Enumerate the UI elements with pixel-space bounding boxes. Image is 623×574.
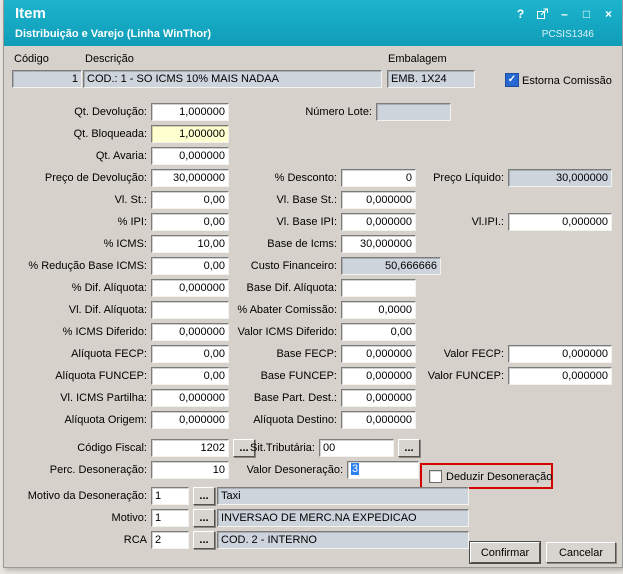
vl-st-label: Vl. St.: bbox=[114, 194, 147, 206]
deduzir-desoneracao-label: Deduzir Desoneração bbox=[446, 471, 553, 483]
motivo-label: Motivo: bbox=[111, 512, 147, 524]
valor-icms-diferido-input[interactable] bbox=[341, 323, 416, 341]
motivo-desoneracao-lookup-button[interactable]: ... bbox=[193, 487, 215, 505]
vl-dif-aliquota-label: Vl. Dif. Alíquota: bbox=[68, 304, 147, 316]
aliquota-funcep-label: Alíquota FUNCEP: bbox=[55, 370, 147, 382]
custo-financeiro-field bbox=[341, 257, 441, 275]
confirmar-button[interactable]: Confirmar bbox=[469, 541, 541, 564]
window-controls: ? – □ × bbox=[513, 6, 616, 21]
qt-devolucao-label: Qt. Devolução: bbox=[74, 106, 147, 118]
motivo-desc-field bbox=[217, 509, 469, 527]
custo-financeiro-label: Custo Financeiro: bbox=[250, 260, 337, 272]
help-icon[interactable]: ? bbox=[513, 6, 528, 21]
aliquota-destino-input[interactable] bbox=[341, 411, 416, 429]
preco-liquido-field bbox=[508, 169, 612, 187]
titlebar: Item Distribuição e Varejo (Linha WinTho… bbox=[4, 0, 622, 46]
dif-aliquota-label: % Dif. Alíquota: bbox=[71, 282, 147, 294]
estorna-comissao-label: Estorna Comissão bbox=[522, 75, 612, 87]
sit-tributaria-input[interactable] bbox=[319, 439, 394, 457]
valor-icms-diferido-label: Valor ICMS Diferido: bbox=[237, 326, 337, 338]
motivo-input[interactable] bbox=[151, 509, 189, 527]
valor-funcep-input[interactable] bbox=[508, 367, 612, 385]
close-icon[interactable]: × bbox=[601, 6, 616, 21]
preco-liquido-label: Preço Líquido: bbox=[433, 172, 504, 184]
qt-bloqueada-input[interactable] bbox=[151, 125, 229, 143]
icms-diferido-label: % ICMS Diferido: bbox=[62, 326, 147, 338]
motivo-desoneracao-label: Motivo da Desoneração: bbox=[27, 490, 147, 502]
vl-ipi-label: Vl.IPI.: bbox=[471, 216, 504, 228]
valor-fecp-input[interactable] bbox=[508, 345, 612, 363]
motivo-desoneracao-input[interactable] bbox=[151, 487, 189, 505]
motivo-desoneracao-desc-field bbox=[217, 487, 469, 505]
qt-bloqueada-label: Qt. Bloqueada: bbox=[73, 128, 147, 140]
aliquota-origem-label: Alíquota Origem: bbox=[64, 414, 147, 426]
base-part-dest-label: Base Part. Dest.: bbox=[253, 392, 337, 404]
base-dif-aliquota-label: Base Dif. Alíquota: bbox=[246, 282, 338, 294]
base-icms-input[interactable] bbox=[341, 235, 416, 253]
qt-avaria-input[interactable] bbox=[151, 147, 229, 165]
codigo-field bbox=[12, 70, 82, 88]
codigo-label: Código bbox=[14, 53, 49, 65]
numero-lote-label: Número Lote: bbox=[305, 106, 372, 118]
aliquota-destino-label: Alíquota Destino: bbox=[253, 414, 337, 426]
vl-base-ipi-label: Vl. Base IPI: bbox=[276, 216, 337, 228]
embalagem-field bbox=[387, 70, 475, 88]
embalagem-label: Embalagem bbox=[388, 53, 447, 65]
vl-icms-partilha-label: Vl. ICMS Partilha: bbox=[60, 392, 147, 404]
vl-ipi-input[interactable] bbox=[508, 213, 612, 231]
rca-lookup-button[interactable]: ... bbox=[193, 531, 215, 549]
qt-devolucao-input[interactable] bbox=[151, 103, 229, 121]
descricao-field bbox=[83, 70, 382, 88]
desconto-label: % Desconto: bbox=[274, 172, 337, 184]
valor-fecp-label: Valor FECP: bbox=[443, 348, 504, 360]
sit-tributaria-label: Sit.Tributária: bbox=[249, 442, 315, 454]
valor-desoneracao-input[interactable]: 3 bbox=[347, 461, 419, 479]
selected-text: 3 bbox=[351, 463, 360, 475]
rca-input[interactable] bbox=[151, 531, 189, 549]
abater-comissao-input[interactable] bbox=[341, 301, 416, 319]
deduzir-desoneracao-checkbox[interactable] bbox=[429, 470, 442, 483]
window-subtitle: Distribuição e Varejo (Linha WinThor) bbox=[15, 28, 212, 40]
cancelar-button[interactable]: Cancelar bbox=[546, 542, 616, 563]
base-fecp-label: Base FECP: bbox=[276, 348, 337, 360]
valor-desoneracao-label: Valor Desoneração: bbox=[246, 464, 343, 476]
motivo-lookup-button[interactable]: ... bbox=[193, 509, 215, 527]
base-part-dest-input[interactable] bbox=[341, 389, 416, 407]
estorna-comissao-checkbox[interactable]: ✓ bbox=[505, 73, 519, 87]
reducao-base-icms-label: % Redução Base ICMS: bbox=[28, 260, 147, 272]
codigo-fiscal-label: Código Fiscal: bbox=[77, 442, 147, 454]
item-dialog: Item Distribuição e Varejo (Linha WinTho… bbox=[3, 0, 623, 568]
restore-icon-glyph bbox=[537, 8, 548, 19]
vl-base-st-input[interactable] bbox=[341, 191, 416, 209]
rca-desc-field bbox=[217, 531, 469, 549]
valor-funcep-label: Valor FUNCEP: bbox=[427, 370, 504, 382]
descricao-label: Descrição bbox=[85, 53, 134, 65]
aliquota-fecp-label: Alíquota FECP: bbox=[71, 348, 147, 360]
restore-icon[interactable] bbox=[535, 6, 550, 21]
base-funcep-label: Base FUNCEP: bbox=[260, 370, 337, 382]
icms-label: % ICMS: bbox=[103, 238, 147, 250]
abater-comissao-label: % Abater Comissão: bbox=[237, 304, 337, 316]
program-code: PCSIS1346 bbox=[541, 29, 594, 40]
vl-base-st-label: Vl. Base St.: bbox=[276, 194, 337, 206]
preco-devolucao-label: Preço de Devolução: bbox=[44, 172, 147, 184]
base-dif-aliquota-input[interactable] bbox=[341, 279, 416, 297]
window-title: Item bbox=[15, 5, 46, 22]
sit-tributaria-lookup-button[interactable]: ... bbox=[398, 439, 420, 457]
perc-desoneracao-label: Perc. Desoneração: bbox=[49, 464, 147, 476]
rca-label: RCA bbox=[123, 534, 147, 546]
numero-lote-field bbox=[376, 103, 451, 121]
base-icms-label: Base de Icms: bbox=[267, 238, 337, 250]
qt-avaria-label: Qt. Avaria: bbox=[95, 150, 147, 162]
maximize-icon[interactable]: □ bbox=[579, 6, 594, 21]
ipi-label: % IPI: bbox=[117, 216, 147, 228]
minimize-icon[interactable]: – bbox=[557, 6, 572, 21]
